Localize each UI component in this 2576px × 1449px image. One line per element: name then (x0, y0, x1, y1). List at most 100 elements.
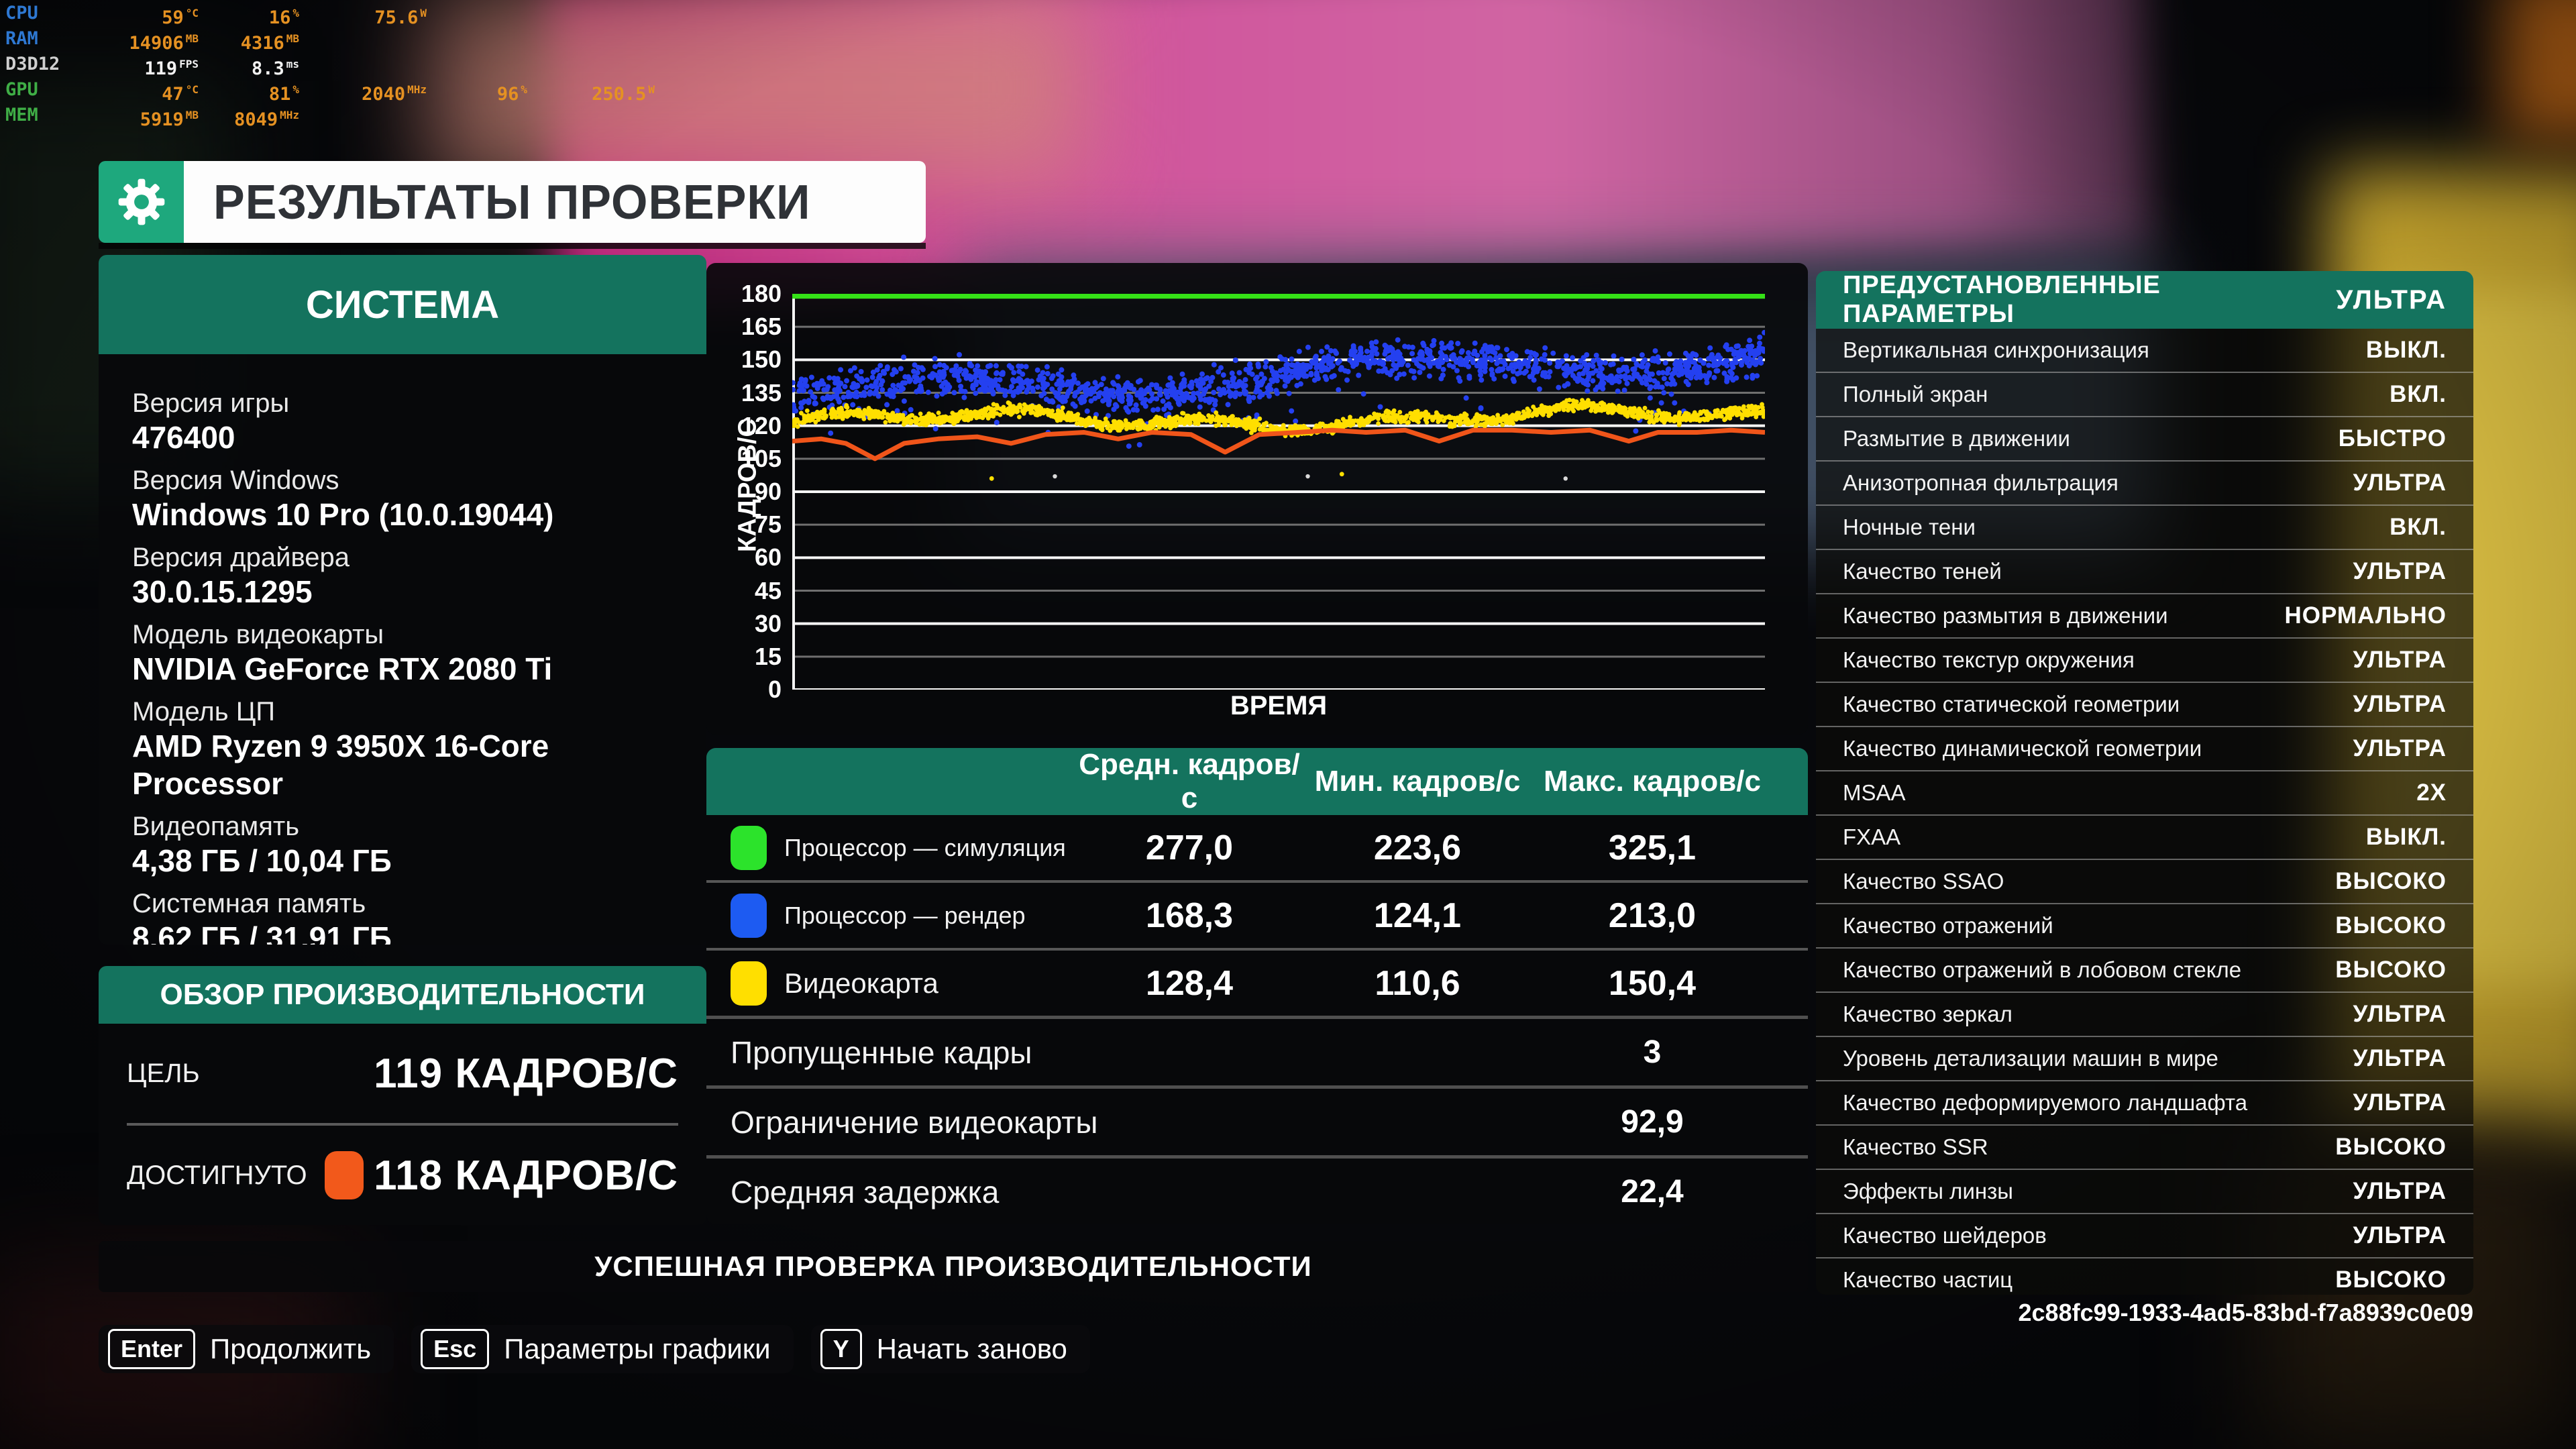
y-tick-label: 60 (754, 543, 782, 572)
page-title: РЕЗУЛЬТАТЫ ПРОВЕРКИ (213, 174, 811, 229)
footer-button-label: Параметры графики (504, 1333, 771, 1364)
hud-metric-value: 2040 MHz (362, 83, 427, 105)
hud-line: GPU 47 °C 81% 2040 MHz 96% 250.5 W (5, 79, 655, 105)
preset-settings-rows: Вертикальная синхронизация ВЫКЛ. Полный эк… (1816, 329, 2473, 1295)
achieved-color-swatch (324, 1151, 364, 1199)
preset-settings-header: ПРЕДУСТАНОВЛЕННЫЕ ПАРАМЕТРЫ УЛЬТРА (1816, 271, 2473, 329)
preset-setting-row: Качество размытия в движении НОРМАЛЬНО (1816, 594, 2473, 639)
preset-setting-label: Эффекты линзы (1843, 1179, 2013, 1203)
preset-header-label: ПРЕДУСТАНОВЛЕННЫЕ ПАРАМЕТРЫ (1843, 271, 2161, 328)
series-max-fps: 325,1 (1608, 828, 1697, 867)
footer-button-y[interactable]: Y Начать заново (810, 1325, 1090, 1373)
preset-setting-label: Качество зеркал (1843, 1002, 2012, 1026)
preset-settings-panel: ПРЕДУСТАНОВЛЕННЫЕ ПАРАМЕТРЫ УЛЬТРА Верти… (1816, 271, 2473, 1295)
column-header-max: Макс. кадров/с (1544, 765, 1761, 798)
system-field-value: AMD Ryzen 9 3950X 16-Core Processor (132, 729, 549, 801)
y-tick-label: 90 (754, 478, 782, 505)
system-field-label: Модель видеокарты (132, 620, 384, 649)
series-label: Процессор — симуляция (784, 833, 1066, 861)
hud-metric-label: MEM (5, 105, 38, 125)
preset-setting-label: Качество текстур окружения (1843, 647, 2135, 672)
preset-setting-row: Эффекты линзы УЛЬТРА (1816, 1170, 2473, 1214)
stat-row: Средняя задержка 22,4 (706, 1159, 1808, 1224)
benchmark-status-message: УСПЕШНАЯ ПРОВЕРКА ПРОИЗВОДИТЕЛЬНОСТИ (594, 1250, 1312, 1282)
hud-metric-value: 47 °C (162, 83, 199, 105)
series-max-fps: 150,4 (1608, 963, 1697, 1003)
series-min-fps: 110,6 (1375, 963, 1460, 1003)
hud-metric-value: 14906 MB (129, 32, 199, 54)
series-color-swatch (731, 893, 767, 938)
preset-setting-label: Качество отражений (1843, 913, 2053, 938)
preset-setting-value: ВЫСОКО (2335, 1267, 2447, 1293)
series-min-fps: 124,1 (1373, 896, 1462, 935)
hud-metric-value: 75.6 W (374, 7, 427, 28)
achieved-fps-row: ДОСТИГНУТО 118 КАДРОВ/С (127, 1126, 678, 1225)
target-label: ЦЕЛЬ (127, 1058, 200, 1088)
hud-metric-label: D3D12 (5, 54, 60, 74)
preset-setting-row: Качество зеркал УЛЬТРА (1816, 993, 2473, 1037)
keycap-enter: Enter (108, 1329, 196, 1369)
stat-label: Средняя задержка (731, 1174, 1000, 1210)
series-legend-cell: Процессор — рендер (706, 893, 1075, 938)
system-field-label: Системная память (132, 889, 366, 918)
benchmark-status-bar: УСПЕШНАЯ ПРОВЕРКА ПРОИЗВОДИТЕЛЬНОСТИ (99, 1241, 1808, 1292)
preset-setting-label: Качество статической геометрии (1843, 692, 2180, 716)
series-color-swatch (731, 825, 767, 870)
preset-setting-value: УЛЬТРА (2353, 647, 2447, 673)
preset-setting-value: ВКЛ. (2390, 381, 2447, 407)
stat-value: 92,9 (1621, 1104, 1684, 1140)
preset-setting-row: Уровень детализации машин в мире УЛЬТРА (1816, 1037, 2473, 1081)
y-tick-label: 120 (741, 411, 782, 439)
footer-button-row: Enter Продолжить Esc Параметры графики Y Нача… (99, 1325, 1090, 1373)
preset-setting-label: Качество теней (1843, 559, 2002, 584)
achieved-label: ДОСТИГНУТО (127, 1160, 307, 1190)
preset-setting-row: Качество шейдеров УЛЬТРА (1816, 1214, 2473, 1258)
preset-setting-value: УЛЬТРА (2353, 1178, 2447, 1204)
preset-setting-value: ВЫСОКО (2335, 912, 2447, 938)
series-label: Процессор — рендер (784, 901, 1026, 929)
hud-metric-value: 16% (268, 7, 299, 28)
series-max-fps: 213,0 (1608, 896, 1697, 935)
preset-setting-row: Качество отражений в лобовом стекле ВЫСОК… (1816, 949, 2473, 993)
y-tick-label: 30 (754, 609, 782, 637)
y-tick-label: 165 (741, 313, 782, 341)
system-panel-header: СИСТЕМА (99, 255, 706, 354)
overview-panel-body: ЦЕЛЬ 119 КАДРОВ/С ДОСТИГНУТО 118 КАДРОВ/… (99, 1024, 706, 1225)
preset-setting-row: Качество SSR ВЫСОКО (1816, 1126, 2473, 1170)
keycap-y: Y (820, 1329, 862, 1369)
system-field: Системная память 8,62 ГБ / 31,91 ГБ (132, 888, 706, 945)
preset-setting-row: Качество динамической геометрии УЛЬТРА (1816, 727, 2473, 771)
preset-setting-value: УЛЬТРА (2353, 470, 2447, 496)
hud-metric-value: 96% (496, 83, 527, 105)
system-panel: СИСТЕМА Версия игры 476400 Версия Windows W… (99, 255, 706, 945)
preset-setting-label: FXAA (1843, 824, 1901, 849)
preset-setting-row: Полный экран ВКЛ. (1816, 373, 2473, 417)
preset-setting-value: ВЫСОКО (2335, 957, 2447, 983)
preset-setting-label: Анизотропная фильтрация (1843, 470, 2118, 495)
hud-metric-label: RAM (5, 28, 38, 49)
footer-button-enter[interactable]: Enter Продолжить (99, 1325, 394, 1373)
preset-setting-value: УЛЬТРА (2353, 1045, 2447, 1071)
preset-setting-row: FXAA ВЫКЛ. (1816, 816, 2473, 860)
hud-metric-label: CPU (5, 3, 38, 23)
system-field-label: Версия драйвера (132, 543, 350, 572)
preset-setting-label: Качество деформируемого ландшафта (1843, 1090, 2248, 1115)
target-fps-row: ЦЕЛЬ 119 КАДРОВ/С (127, 1024, 678, 1123)
hud-metric-value: 59 °C (162, 7, 199, 28)
preset-setting-label: Качество частиц (1843, 1267, 2013, 1292)
hud-line: CPU 59 °C 16% 75.6 W (5, 3, 655, 28)
results-table-panel: Средн. кадров/с Мин. кадров/с Макс. кадр… (706, 748, 1808, 1224)
preset-setting-row: Качество статической геометрии УЛЬТРА (1816, 683, 2473, 727)
preset-setting-value: 2X (2416, 780, 2447, 806)
column-header-avg: Средн. кадров/с (1079, 748, 1300, 814)
y-tick-label: 180 (741, 280, 782, 307)
preset-setting-value: ВЫКЛ. (2365, 824, 2447, 850)
preset-setting-label: Вертикальная синхронизация (1843, 337, 2149, 362)
preset-setting-row: Вертикальная синхронизация ВЫКЛ. (1816, 329, 2473, 373)
preset-setting-row: Анизотропная фильтрация УЛЬТРА (1816, 462, 2473, 506)
series-avg-fps: 128,4 (1145, 963, 1234, 1003)
system-panel-body: Версия игры 476400 Версия Windows Windows 1… (99, 354, 706, 945)
footer-button-esc[interactable]: Esc Параметры графики (411, 1325, 794, 1373)
series-label: Видеокарта (784, 967, 938, 999)
fps-chart-panel: КАДРОВ/С 0 15 30 45 60 75 90 105 120 135 150 165 180… (706, 263, 1808, 735)
